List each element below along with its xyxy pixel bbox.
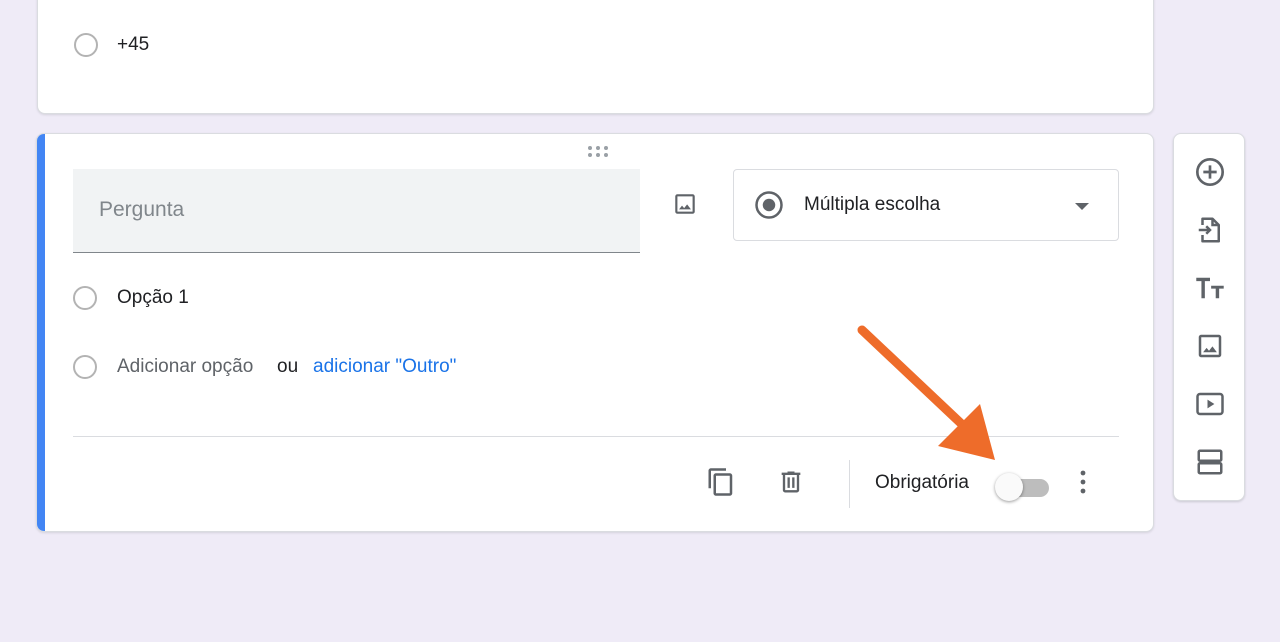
add-video-button[interactable]: [1192, 386, 1228, 422]
dropdown-arrow-icon: [1075, 203, 1089, 210]
add-option-radio: [73, 355, 97, 379]
image-icon: [1198, 334, 1222, 358]
add-section-button[interactable]: [1192, 444, 1228, 480]
toggle-thumb: [995, 473, 1023, 501]
question-title-field[interactable]: [73, 169, 640, 253]
add-title-button[interactable]: [1192, 270, 1228, 306]
card-footer-divider: [73, 436, 1119, 437]
title-icon: [1196, 277, 1224, 299]
add-image-button[interactable]: [667, 186, 703, 222]
or-label: ou: [277, 356, 299, 377]
required-toggle[interactable]: [995, 472, 1051, 501]
add-question-button[interactable]: [1192, 154, 1228, 190]
previous-question-card: +45: [37, 0, 1154, 114]
video-icon: [1196, 392, 1224, 416]
option-radio[interactable]: [74, 33, 98, 57]
add-option-button[interactable]: Adicionar opção: [117, 355, 253, 379]
active-card-accent: [37, 134, 45, 531]
question-type-select[interactable]: Múltipla escolha: [733, 169, 1119, 241]
footer-vertical-divider: [849, 460, 850, 508]
drag-handle-icon[interactable]: [585, 144, 611, 160]
copy-icon: [708, 468, 733, 496]
add-image-button[interactable]: [1192, 328, 1228, 364]
option-radio: [73, 286, 97, 310]
add-other-link[interactable]: adicionar "Outro": [313, 355, 456, 379]
add-circle-icon: [1196, 158, 1224, 186]
delete-button[interactable]: [773, 464, 809, 500]
more-options-button[interactable]: [1067, 466, 1099, 498]
floating-toolbar: [1173, 133, 1245, 501]
option-label[interactable]: Opção 1: [117, 286, 189, 310]
trash-icon: [781, 471, 801, 493]
section-icon: [1197, 449, 1223, 475]
option-label: +45: [117, 34, 150, 55]
more-vert-icon: [1080, 470, 1086, 494]
import-questions-button[interactable]: [1192, 212, 1228, 248]
radio-checked-icon: [755, 191, 783, 219]
required-label: Obrigatória: [875, 472, 969, 493]
image-icon: [675, 194, 695, 214]
question-type-label: Múltipla escolha: [804, 194, 941, 215]
duplicate-button[interactable]: [703, 464, 739, 500]
question-title-input[interactable]: [97, 197, 601, 223]
import-icon: [1198, 217, 1220, 243]
question-card: Múltipla escolha Opção 1 Adicionar opção…: [36, 133, 1154, 532]
